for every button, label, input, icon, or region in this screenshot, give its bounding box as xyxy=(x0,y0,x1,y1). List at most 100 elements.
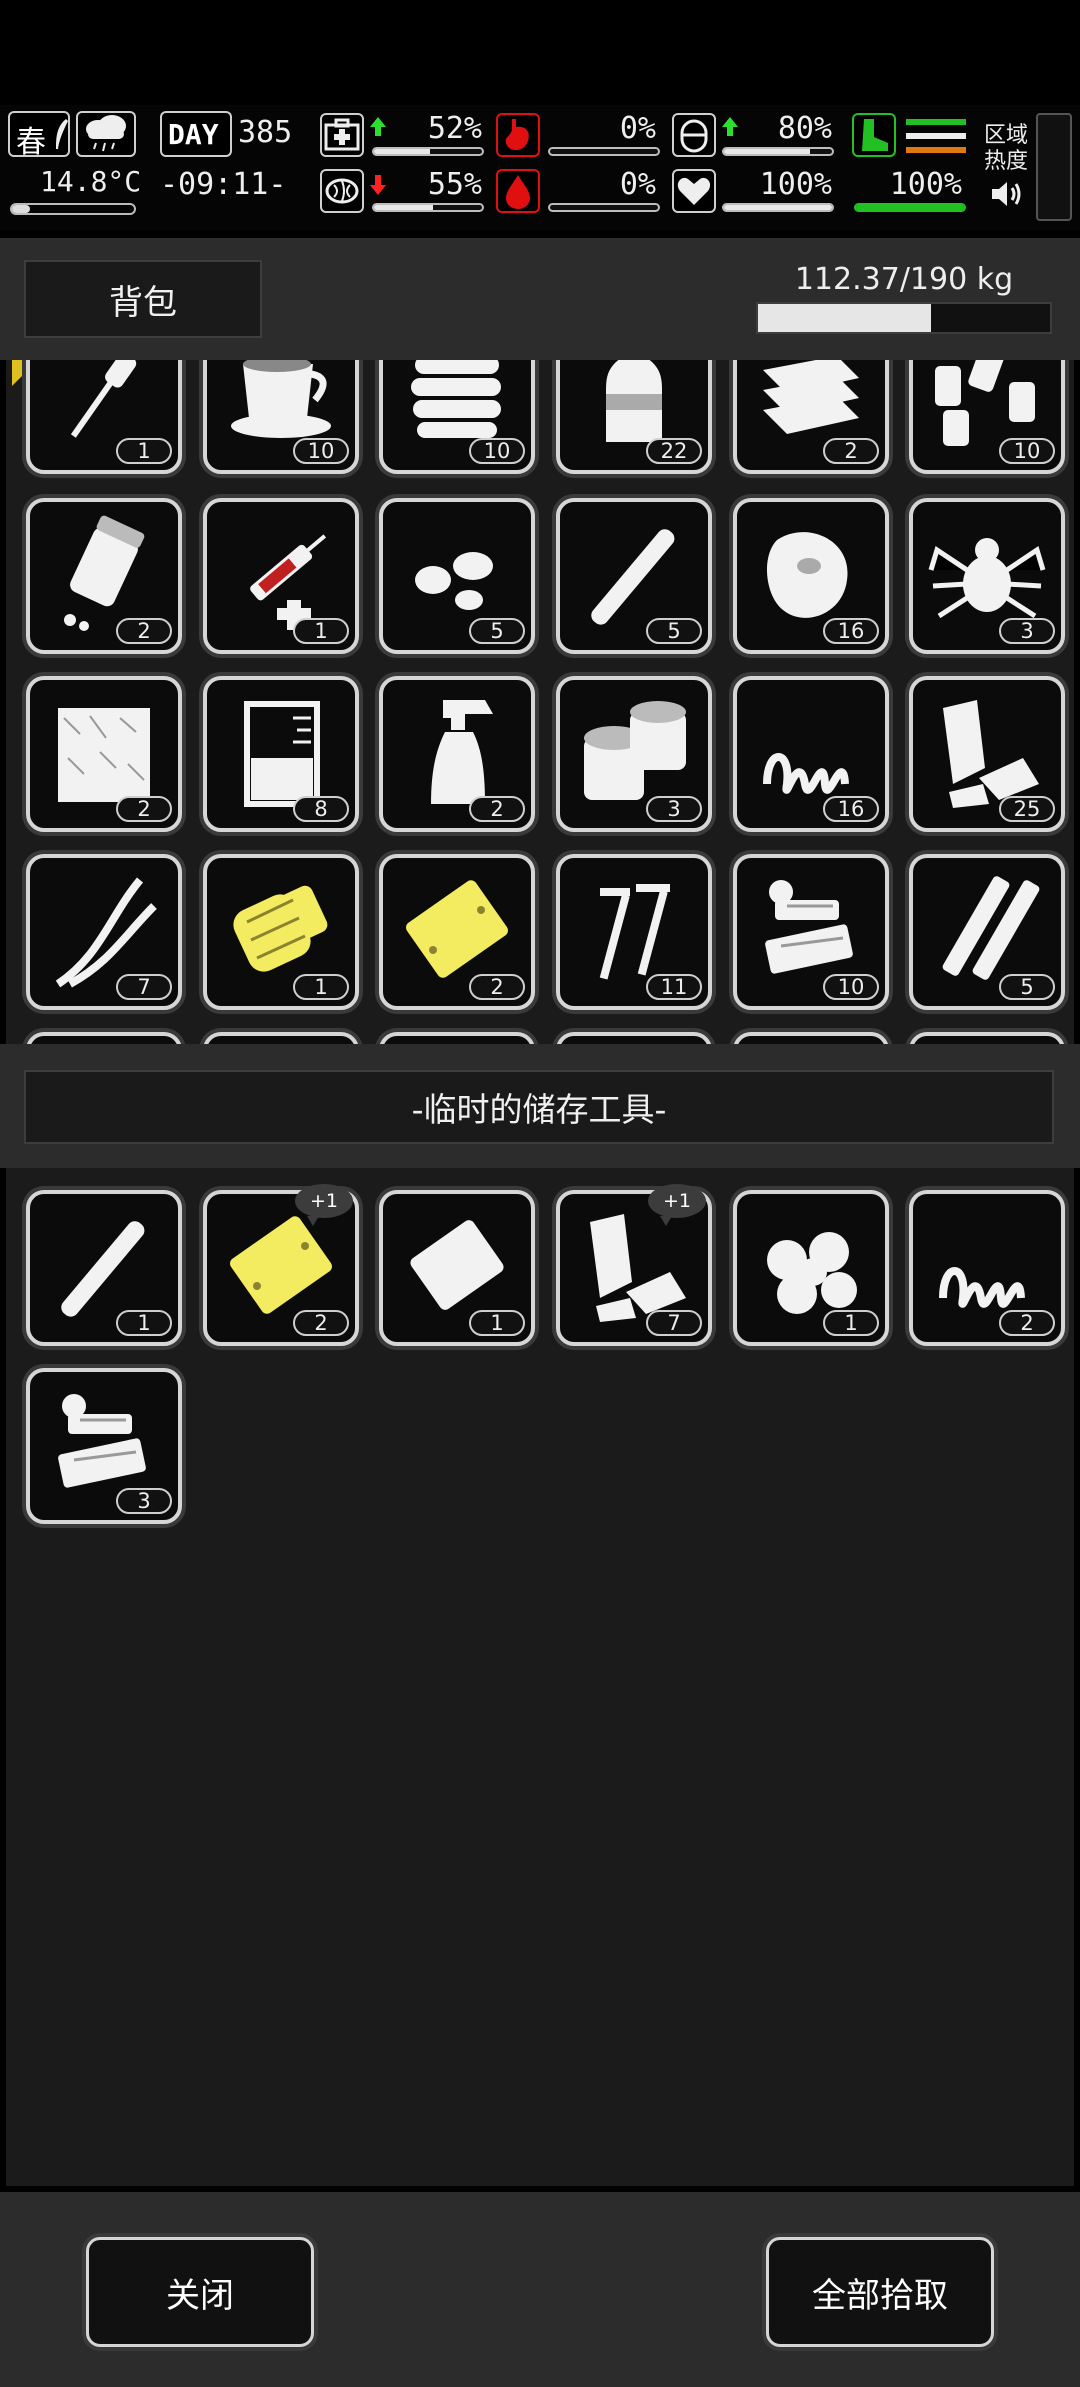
backpack-item-slot[interactable]: 1 xyxy=(203,854,359,1010)
heart-percent: 100% xyxy=(759,167,832,202)
backpack-item-slot[interactable]: 10 xyxy=(379,360,535,474)
backpack-title: 背包 xyxy=(109,282,177,323)
legs-stripe-2 xyxy=(906,133,966,139)
legs-stripe-1 xyxy=(906,119,966,125)
backpack-item-slot[interactable]: 2 xyxy=(26,498,182,654)
footer: 关闭 全部拾取 xyxy=(0,2192,1080,2387)
item-count: 1 xyxy=(469,1310,525,1336)
plus-one-badge: +1 xyxy=(295,1184,353,1226)
heart-bar xyxy=(722,203,834,212)
storage-item-slot[interactable]: 3 xyxy=(26,1368,182,1524)
health-up-arrow xyxy=(370,117,386,136)
backpack-item-slot-partial[interactable] xyxy=(26,1032,182,1044)
item-count: 11 xyxy=(646,974,702,1000)
health-percent: 52% xyxy=(427,111,482,146)
item-count: 16 xyxy=(823,796,879,822)
status-bar: 春 14.8°C DAY 385 -09:11- 52% 55% 0% 0% 8… xyxy=(0,105,1080,230)
item-count: 16 xyxy=(823,618,879,644)
item-count: 10 xyxy=(469,438,525,464)
backpack-item-slot[interactable]: 10 xyxy=(203,360,359,474)
backpack-item-slot[interactable]: 5 xyxy=(379,498,535,654)
backpack-item-slot[interactable]: 25 xyxy=(909,676,1065,832)
item-count: 3 xyxy=(116,1488,172,1514)
backpack-item-slot[interactable]: 1 xyxy=(203,498,359,654)
item-count: 22 xyxy=(646,438,702,464)
backpack-item-slot[interactable]: 1 xyxy=(26,360,182,474)
stamina-percent: 80% xyxy=(777,111,832,146)
backpack-item-slot[interactable]: 3 xyxy=(556,676,712,832)
item-count: 1 xyxy=(116,438,172,464)
heart-icon xyxy=(677,177,711,205)
temperature-readout: 14.8°C xyxy=(40,165,142,198)
backpack-item-slot[interactable]: 2 xyxy=(26,676,182,832)
brain-bar xyxy=(372,203,484,212)
backpack-item-slot-partial[interactable] xyxy=(203,1032,359,1044)
weight-bar-fill xyxy=(758,304,931,332)
backpack-item-slot[interactable]: 5 xyxy=(556,498,712,654)
item-count: 25 xyxy=(999,796,1055,822)
backpack-tab[interactable]: 背包 xyxy=(24,260,262,338)
backpack-item-slot[interactable]: 2 xyxy=(733,360,889,474)
boot-icon xyxy=(862,119,888,151)
backpack-item-slot[interactable]: 10 xyxy=(909,360,1065,474)
brain-down-arrow xyxy=(370,175,386,195)
stomach-bar xyxy=(548,147,660,156)
backpack-item-slot-partial[interactable] xyxy=(909,1032,1065,1044)
item-count: 5 xyxy=(469,618,525,644)
legs-percent: 100% xyxy=(889,167,962,202)
backpack-item-slot[interactable]: 10 xyxy=(733,854,889,1010)
item-count: 5 xyxy=(646,618,702,644)
backpack-item-slot[interactable]: 7 xyxy=(26,854,182,1010)
day-box: DAY xyxy=(160,111,232,157)
backpack-item-slot[interactable]: 8 xyxy=(203,676,359,832)
item-count: 2 xyxy=(469,796,525,822)
item-count: 1 xyxy=(293,618,349,644)
item-count: 2 xyxy=(999,1310,1055,1336)
backpack-item-slot[interactable]: 22 xyxy=(556,360,712,474)
day-label: DAY xyxy=(168,118,219,151)
storage-item-slot[interactable]: 1 xyxy=(26,1190,182,1346)
storage-item-slot[interactable]: 1 xyxy=(379,1190,535,1346)
backpack-item-slot[interactable]: 3 xyxy=(909,498,1065,654)
time-readout: -09:11- xyxy=(160,167,287,202)
stomach-percent: 0% xyxy=(619,111,656,146)
item-count: 7 xyxy=(116,974,172,1000)
backpack-item-slot-partial[interactable] xyxy=(379,1032,535,1044)
item-count: 10 xyxy=(999,438,1055,464)
region-heat-meter xyxy=(1036,113,1072,221)
rain-cloud-icon xyxy=(86,115,126,152)
item-count: 10 xyxy=(823,974,879,1000)
close-button[interactable]: 关闭 xyxy=(86,2237,314,2347)
temp-storage-header: -临时的储存工具- xyxy=(0,1044,1080,1168)
storage-item-slot[interactable]: 2 +1 xyxy=(203,1184,359,1346)
first-aid-icon xyxy=(324,118,360,151)
heart-icon-box xyxy=(672,169,716,213)
backpack-item-slot-partial[interactable] xyxy=(556,1032,712,1044)
temp-storage-title: -临时的储存工具- xyxy=(411,1090,667,1129)
backpack-item-slot[interactable]: 16 xyxy=(733,676,889,832)
backpack-grid: 1 10 10 22 2 10 2 1 5 5 16 3 2 8 2 3 16 … xyxy=(6,360,1074,1044)
stamina-bar xyxy=(722,147,834,156)
legs-panel: 100% xyxy=(848,109,972,225)
plus-one-badge: +1 xyxy=(648,1184,706,1226)
backpack-item-slot[interactable]: 2 xyxy=(379,676,535,832)
storage-item-slot[interactable]: 2 xyxy=(909,1190,1065,1346)
weather-box xyxy=(76,111,136,157)
item-count: 5 xyxy=(999,974,1055,1000)
item-count: 2 xyxy=(116,796,172,822)
legs-bar xyxy=(854,203,966,212)
storage-item-slot[interactable]: 1 xyxy=(733,1190,889,1346)
brain-icon xyxy=(325,178,359,204)
backpack-item-slot-partial[interactable] xyxy=(733,1032,889,1044)
storage-item-slot[interactable]: 7 +1 xyxy=(556,1184,712,1346)
item-count: 3 xyxy=(646,796,702,822)
backpack-item-slot[interactable]: 11 xyxy=(556,854,712,1010)
item-count: 3 xyxy=(999,618,1055,644)
pickup-all-button[interactable]: 全部拾取 xyxy=(766,2237,994,2347)
item-count: 2 xyxy=(293,1310,349,1336)
backpack-item-slot[interactable]: 5 xyxy=(909,854,1065,1010)
speaker-icon[interactable] xyxy=(988,177,1024,211)
backpack-item-slot[interactable]: 16 xyxy=(733,498,889,654)
blood-percent: 0% xyxy=(619,167,656,202)
backpack-item-slot[interactable]: 2 xyxy=(379,854,535,1010)
